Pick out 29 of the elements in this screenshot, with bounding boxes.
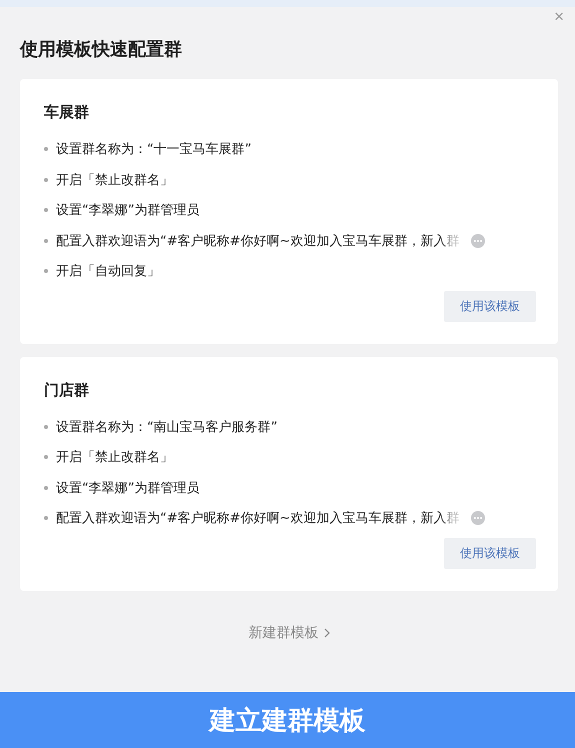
new-template-link[interactable]: 新建群模板 [248, 624, 330, 642]
template-name: 车展群 [44, 103, 90, 122]
more-icon[interactable] [471, 511, 486, 526]
setting-text: 开启「禁止改群名」 [56, 449, 173, 466]
setting-text: 开启「禁止改群名」 [56, 172, 173, 189]
dialog-title: 使用模板快速配置群 [20, 38, 183, 61]
setting-text: 设置“李翠娜”为群管理员 [56, 202, 200, 220]
bullet-icon [44, 147, 48, 152]
bullet-icon [44, 486, 48, 490]
chevron-right-icon [324, 628, 330, 638]
setting-text: 设置“李翠娜”为群管理员 [56, 480, 200, 497]
use-template-button[interactable]: 使用该模板 [444, 290, 536, 322]
use-template-button[interactable]: 使用该模板 [444, 538, 536, 568]
template-name: 门店群 [44, 380, 90, 400]
create-template-button[interactable]: 建立建群模板 [0, 692, 575, 748]
setting-text: 开启「自动回复」 [56, 263, 160, 280]
setting-text: 配置入群欢迎语为“#客户昵称#你好啊~欢迎加入宝马车展群，新入群 [56, 510, 460, 528]
bullet-icon [44, 178, 48, 182]
bullet-icon [44, 208, 48, 212]
bullet-icon [44, 269, 48, 274]
bullet-icon [44, 455, 48, 460]
bullet-icon [44, 516, 48, 520]
close-button[interactable]: × [550, 7, 568, 27]
bullet-icon [44, 424, 48, 429]
bullet-icon [44, 238, 48, 243]
more-icon[interactable] [471, 234, 486, 248]
setting-text: 设置群名称为：“南山宝马客户服务群” [56, 418, 278, 436]
setting-text: 配置入群欢迎语为“#客户昵称#你好啊~欢迎加入宝马车展群，新入群 [56, 232, 460, 250]
setting-text: 设置群名称为：“十一宝马车展群” [56, 141, 252, 158]
